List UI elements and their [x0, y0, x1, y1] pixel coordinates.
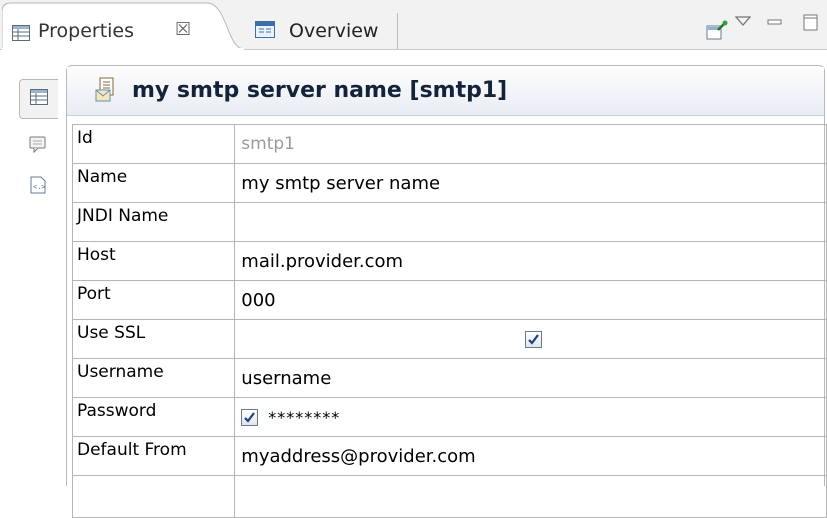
property-value-name[interactable]: my smtp server name	[234, 163, 827, 203]
tab-overview[interactable]: Overview	[247, 13, 398, 49]
property-value-use-ssl	[234, 319, 827, 359]
password-checkbox[interactable]	[241, 408, 259, 426]
xml-source-icon: <.>	[30, 176, 46, 199]
property-key: Use SSL	[71, 319, 236, 359]
use-ssl-checkbox[interactable]	[525, 330, 543, 348]
page-title: my smtp server name [smtp1]	[132, 78, 508, 103]
pin-icon[interactable]	[706, 20, 728, 45]
property-key: Id	[71, 124, 236, 164]
page-header: my smtp server name [smtp1]	[67, 67, 824, 116]
table-row: JNDI Name	[71, 202, 827, 242]
table-row: Password ********	[71, 397, 827, 437]
table-row: Use SSL	[71, 319, 827, 359]
maximize-icon[interactable]	[803, 14, 819, 37]
view-tab-bar: Properties ☒ Overview	[0, 0, 827, 50]
properties-table-icon	[30, 88, 48, 110]
property-value-default-from[interactable]: myaddress@provider.com	[234, 436, 827, 476]
property-value-username[interactable]: username	[234, 358, 827, 398]
svg-text:<.>: <.>	[33, 183, 46, 191]
table-row: Host mail.provider.com	[71, 241, 827, 281]
table-row-empty	[71, 475, 827, 518]
side-tab-properties[interactable]	[19, 79, 58, 119]
property-value-host[interactable]: mail.provider.com	[234, 241, 827, 281]
property-value-password: ********	[234, 397, 827, 437]
table-row: Username username	[71, 358, 827, 398]
table-row: Default From myaddress@provider.com	[71, 436, 827, 476]
side-tab-comments[interactable]	[19, 128, 57, 166]
minimize-icon[interactable]	[767, 14, 783, 34]
empty-cell	[71, 475, 236, 518]
property-key: Password	[71, 397, 236, 437]
property-value-jndi-name[interactable]	[234, 202, 827, 242]
property-key: Username	[71, 358, 236, 398]
mail-server-icon	[95, 77, 119, 108]
property-key: Name	[71, 163, 236, 203]
comment-icon	[29, 136, 47, 159]
table-row: Name my smtp server name	[71, 163, 827, 203]
password-masked-value[interactable]: ********	[268, 408, 340, 427]
empty-cell	[234, 475, 827, 518]
tab-properties-label: Properties	[38, 20, 135, 42]
property-key: Port	[71, 280, 236, 320]
tab-overview-label: Overview	[289, 20, 379, 42]
property-value-id[interactable]: smtp1	[234, 124, 827, 164]
tab-properties[interactable]: Properties ☒	[2, 2, 244, 50]
close-icon[interactable]: ☒	[175, 19, 191, 40]
properties-table: Id smtp1 Name my smtp server name JNDI N…	[71, 124, 827, 518]
table-row: Port 000	[71, 280, 827, 320]
table-row: Id smtp1	[71, 124, 827, 164]
property-value-port[interactable]: 000	[234, 280, 827, 320]
property-key: Host	[71, 241, 236, 281]
view-menu-icon[interactable]	[734, 12, 752, 32]
overview-page-icon	[255, 21, 275, 43]
property-key: Default From	[71, 436, 236, 476]
property-key: JNDI Name	[71, 202, 236, 242]
side-tab-source[interactable]: <.>	[19, 168, 57, 206]
page-selector: <.>	[0, 50, 67, 485]
